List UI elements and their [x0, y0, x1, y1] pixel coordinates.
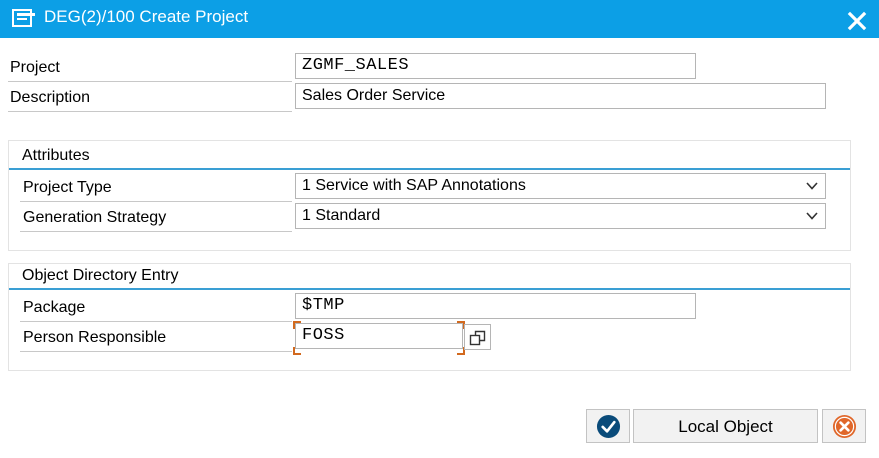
attributes-divider	[9, 168, 850, 170]
package-label: Package	[23, 299, 86, 316]
generation-strategy-value: 1 Standard	[302, 207, 381, 224]
confirm-button[interactable]	[586, 409, 630, 443]
description-label: Description	[10, 89, 91, 106]
value-help-button[interactable]	[464, 324, 491, 350]
package-row-line	[20, 321, 292, 322]
project-label: Project	[10, 59, 60, 76]
generation-strategy-label: Generation Strategy	[23, 209, 167, 226]
dialog-body: Project ZGMF_SALES Description Sales Ord…	[0, 38, 879, 458]
cancel-icon	[832, 414, 857, 439]
close-icon[interactable]	[846, 10, 868, 32]
package-field[interactable]: $TMP	[295, 293, 696, 319]
window-title: DEG(2)/100 Create Project	[44, 7, 249, 26]
chevron-down-icon[interactable]	[805, 209, 819, 223]
object-directory-divider	[9, 288, 850, 290]
object-directory-title: Object Directory Entry	[22, 267, 179, 284]
description-field[interactable]: Sales Order Service	[295, 83, 826, 109]
project-type-select[interactable]: 1 Service with SAP Annotations	[295, 173, 826, 199]
checkmark-icon	[596, 414, 621, 439]
description-row-line	[8, 111, 292, 112]
person-responsible-label: Person Responsible	[23, 329, 167, 346]
title-bar: DEG(2)/100 Create Project	[0, 0, 879, 38]
attributes-title: Attributes	[22, 147, 90, 164]
value-help-icon	[469, 330, 486, 346]
project-type-value: 1 Service with SAP Annotations	[302, 177, 526, 194]
window-icon	[12, 9, 35, 27]
project-type-label: Project Type	[23, 179, 112, 196]
chevron-down-icon[interactable]	[805, 179, 819, 193]
local-object-button[interactable]: Local Object	[633, 409, 818, 443]
person-responsible-field[interactable]: FOSS	[295, 323, 463, 349]
local-object-label: Local Object	[678, 417, 773, 436]
focus-corner-bl	[293, 347, 301, 355]
generation-strategy-row-line	[20, 231, 292, 232]
project-type-row-line	[20, 201, 292, 202]
person-responsible-row-line	[20, 351, 292, 352]
generation-strategy-select[interactable]: 1 Standard	[295, 203, 826, 229]
focus-corner-tl	[293, 321, 301, 329]
project-row-line	[8, 81, 292, 82]
cancel-button[interactable]	[822, 409, 866, 443]
project-field[interactable]: ZGMF_SALES	[295, 53, 696, 79]
